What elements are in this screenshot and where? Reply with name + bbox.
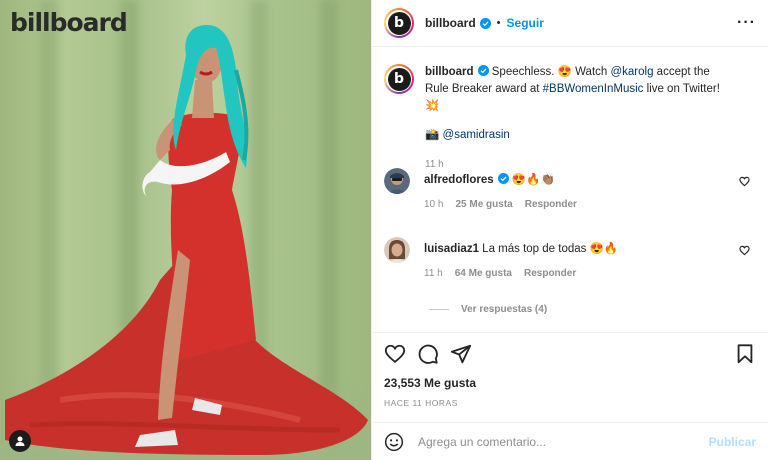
caption-text: billboard Speechless. 😍 Watch @karolg ac… [425,64,735,173]
likes-count[interactable]: 23,553 Me gusta [384,376,476,390]
user-icon [15,436,25,446]
comments-section[interactable]: b billboard Speechless. 😍 Watch @karolg … [372,48,768,333]
user-tags-button[interactable] [9,430,31,452]
comment-username[interactable]: alfredoflores [424,174,494,186]
add-comment-bar: Publicar [372,422,768,460]
view-replies-button[interactable]: Ver respuestas (4) [429,304,547,315]
verified-badge-icon [479,17,491,29]
comment-item: luisadiaz1 La más top de todas 😍🔥 11 h 6… [384,237,756,279]
reply-button[interactable]: Responder [525,199,577,210]
commenter-avatar[interactable] [384,168,410,194]
comment-time: 11 h [424,268,443,279]
emoji-picker-icon[interactable] [384,432,404,452]
comment-input[interactable] [418,434,709,449]
more-options-icon[interactable]: ··· [737,14,756,32]
like-comment-heart-icon[interactable] [739,176,750,187]
verified-badge-icon [497,173,509,184]
photo-credit: 📸 @samidrasin [425,129,510,141]
like-comment-heart-icon[interactable] [739,245,750,256]
author-avatar[interactable]: b [384,8,414,38]
comment-item: alfredoflores 😍🔥👏🏽 10 h 25 Me gusta Resp… [384,168,756,210]
comment-likes[interactable]: 64 Me gusta [455,268,512,279]
comment-text: La más top de todas 😍🔥 [482,243,619,255]
verified-badge-icon [477,65,489,76]
commenter-avatar[interactable] [384,237,410,263]
follow-button[interactable]: Seguir [507,16,544,30]
comment-username[interactable]: luisadiaz1 [424,243,479,255]
woman-red-dress-figure [5,25,368,455]
credit-mention-link[interactable]: @samidrasin [443,129,510,141]
caption-username[interactable]: billboard [425,66,474,78]
publish-button[interactable]: Publicar [709,435,756,449]
comment-meta: 11 h 64 Me gusta Responder [424,268,618,279]
post-timestamp: HACE 11 HORAS [384,398,458,408]
post-side-panel: b billboard • Seguir ··· b billboard Spe… [371,0,768,460]
avatar-letter: b [387,11,411,35]
share-send-icon[interactable] [450,343,472,365]
comment-likes[interactable]: 25 Me gusta [455,199,512,210]
hashtag-link[interactable]: #BBWomenInMusic [543,83,644,95]
post-header: b billboard • Seguir ··· [372,0,768,47]
billboard-logo: billboard [10,8,128,37]
post-caption: b billboard Speechless. 😍 Watch @karolg … [384,64,756,173]
post-actions-bar [384,341,756,367]
caption-avatar[interactable]: b [384,64,414,94]
save-bookmark-icon[interactable] [734,343,756,365]
like-heart-icon[interactable] [384,343,406,365]
comment-meta: 10 h 25 Me gusta Responder [424,199,577,210]
author-username[interactable]: billboard [425,16,476,30]
replies-divider-line [429,309,449,310]
comment-icon[interactable] [417,343,439,365]
comment-text: 😍🔥👏🏽 [511,174,555,186]
mention-link[interactable]: @karolg [610,66,653,78]
header-separator: • [496,17,501,29]
post-photo[interactable]: billboard [0,0,371,460]
comment-time: 10 h [424,199,444,210]
reply-button[interactable]: Responder [524,268,576,279]
